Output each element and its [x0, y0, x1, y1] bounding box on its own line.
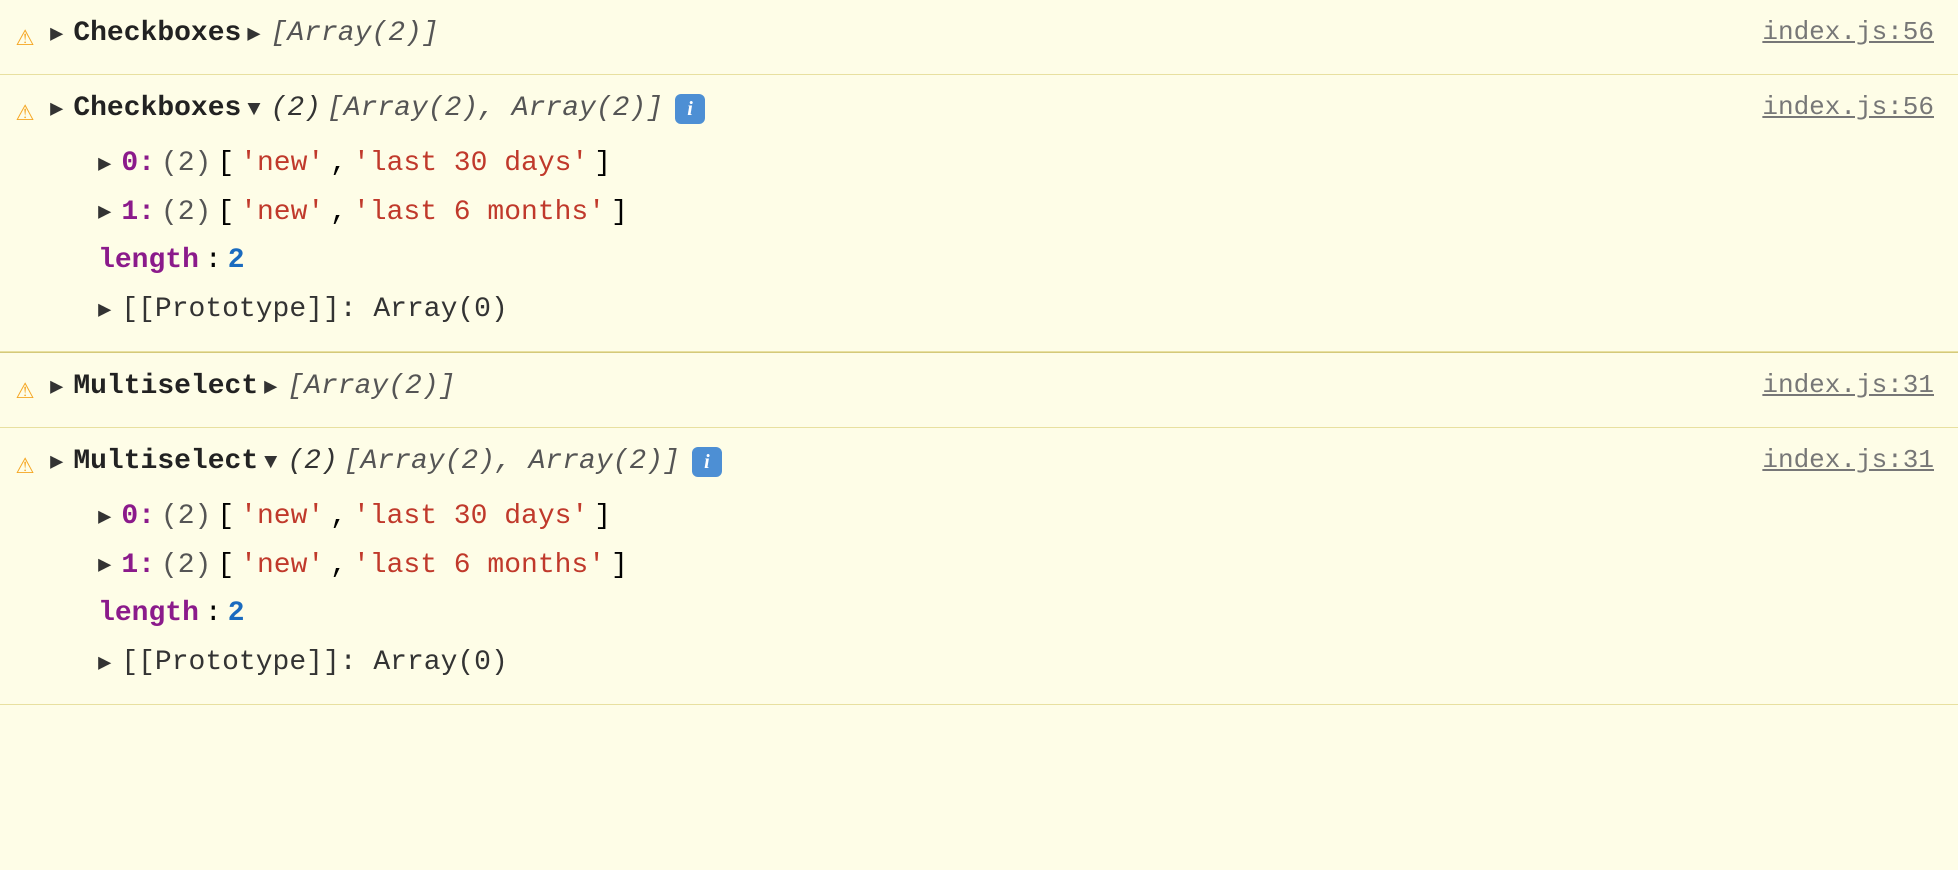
expanded-content: ▶ 0: (2) [ 'new' , 'last 30 days' ] ▶ 1:… [98, 493, 1762, 688]
array-label: [Array(2)] [271, 12, 439, 57]
log-content-expanded: ▶ Multiselect ▼ (2) [Array(2), Array(2)]… [50, 440, 1762, 688]
component-name: Checkboxes [73, 12, 241, 57]
count-info: (2) [271, 87, 321, 132]
string-val-0-0: 'new' [240, 142, 324, 187]
array-collapse-toggle[interactable]: ▼ [264, 445, 277, 480]
log-content: ▶ Checkboxes ▶ [Array(2)] [50, 12, 1762, 57]
array-label: [Array(2), Array(2)] [327, 87, 663, 132]
item-index: 1: [121, 191, 155, 236]
component-name: Checkboxes [73, 87, 241, 132]
file-link[interactable]: index.js:56 [1762, 87, 1934, 129]
string-val-1-0: 'new' [240, 544, 324, 589]
bracket-close: ] [594, 142, 611, 187]
warning-icon: ⚠ [16, 89, 34, 137]
comma: , [330, 191, 347, 236]
log-row-checkboxes-expanded: ⚠ ▶ Checkboxes ▼ (2) [Array(2), Array(2)… [0, 75, 1958, 352]
comma: , [330, 495, 347, 540]
bracket-open: [ [217, 142, 234, 187]
item-count: (2) [161, 544, 211, 589]
colon: : [205, 239, 222, 284]
array-expand-toggle[interactable]: ▶ [264, 370, 277, 405]
bracket-open: [ [217, 495, 234, 540]
prototype-text: [[Prototype]]: Array(0) [121, 288, 507, 333]
item-index: 0: [121, 495, 155, 540]
item-index: 1: [121, 544, 155, 589]
item-count: (2) [161, 495, 211, 540]
prototype-row: ▶ [[Prototype]]: Array(0) [98, 286, 1762, 335]
string-val-1-0: 'new' [240, 191, 324, 236]
bracket-close: ] [611, 191, 628, 236]
item-expand-0[interactable]: ▶ [98, 500, 111, 535]
warning-icon: ⚠ [16, 14, 34, 62]
string-val-0-1: 'last 30 days' [353, 495, 588, 540]
array-label: [Array(2)] [287, 365, 455, 410]
string-val-0-1: 'last 30 days' [353, 142, 588, 187]
component-name: Multiselect [73, 365, 258, 410]
item-expand-0[interactable]: ▶ [98, 147, 111, 182]
log-content-expanded: ▶ Checkboxes ▼ (2) [Array(2), Array(2)] … [50, 87, 1762, 335]
file-link[interactable]: index.js:31 [1762, 365, 1934, 407]
prototype-row: ▶ [[Prototype]]: Array(0) [98, 639, 1762, 688]
warning-icon: ⚠ [16, 442, 34, 490]
string-val-0-0: 'new' [240, 495, 324, 540]
length-label: length [98, 239, 199, 284]
length-value: 2 [228, 239, 245, 284]
array-item-1: ▶ 1: (2) [ 'new' , 'last 6 months' ] [98, 542, 1762, 591]
collapse-toggle[interactable]: ▶ [50, 445, 63, 480]
item-count: (2) [161, 191, 211, 236]
log-row-multiselect-collapsed: ⚠ ▶ Multiselect ▶ [Array(2)] index.js:31 [0, 353, 1958, 428]
comma: , [330, 142, 347, 187]
file-link[interactable]: index.js:31 [1762, 440, 1934, 482]
length-value: 2 [228, 592, 245, 637]
component-name: Multiselect [73, 440, 258, 485]
log-content: ▶ Multiselect ▶ [Array(2)] [50, 365, 1762, 410]
bracket-open: [ [217, 544, 234, 589]
log-row-checkboxes-collapsed: ⚠ ▶ Checkboxes ▶ [Array(2)] index.js:56 [0, 0, 1958, 75]
proto-expand[interactable]: ▶ [98, 646, 111, 681]
count-info: (2) [287, 440, 337, 485]
string-val-1-1: 'last 6 months' [353, 544, 605, 589]
item-index: 0: [121, 142, 155, 187]
bracket-close: ] [611, 544, 628, 589]
warning-icon: ⚠ [16, 367, 34, 415]
info-badge[interactable]: i [675, 94, 705, 124]
length-row: length : 2 [98, 237, 1762, 286]
array-label: [Array(2), Array(2)] [344, 440, 680, 485]
array-item-1: ▶ 1: (2) [ 'new' , 'last 6 months' ] [98, 189, 1762, 238]
array-collapse-toggle[interactable]: ▼ [247, 92, 260, 127]
colon: : [205, 592, 222, 637]
string-val-1-1: 'last 6 months' [353, 191, 605, 236]
array-item-0: ▶ 0: (2) [ 'new' , 'last 30 days' ] [98, 140, 1762, 189]
expand-toggle[interactable]: ▶ [50, 17, 63, 52]
bracket-open: [ [217, 191, 234, 236]
item-expand-1[interactable]: ▶ [98, 195, 111, 230]
array-item-0: ▶ 0: (2) [ 'new' , 'last 30 days' ] [98, 493, 1762, 542]
length-row: length : 2 [98, 590, 1762, 639]
log-row-multiselect-expanded: ⚠ ▶ Multiselect ▼ (2) [Array(2), Array(2… [0, 428, 1958, 705]
collapse-toggle[interactable]: ▶ [50, 92, 63, 127]
expanded-content: ▶ 0: (2) [ 'new' , 'last 30 days' ] ▶ 1:… [98, 140, 1762, 335]
item-count: (2) [161, 142, 211, 187]
bracket-close: ] [594, 495, 611, 540]
item-expand-1[interactable]: ▶ [98, 548, 111, 583]
console-panel: ⚠ ▶ Checkboxes ▶ [Array(2)] index.js:56 … [0, 0, 1958, 870]
length-label: length [98, 592, 199, 637]
expand-toggle[interactable]: ▶ [50, 370, 63, 405]
info-badge[interactable]: i [692, 447, 722, 477]
comma: , [330, 544, 347, 589]
prototype-text: [[Prototype]]: Array(0) [121, 641, 507, 686]
proto-expand[interactable]: ▶ [98, 293, 111, 328]
file-link[interactable]: index.js:56 [1762, 12, 1934, 54]
array-expand-toggle[interactable]: ▶ [247, 17, 260, 52]
